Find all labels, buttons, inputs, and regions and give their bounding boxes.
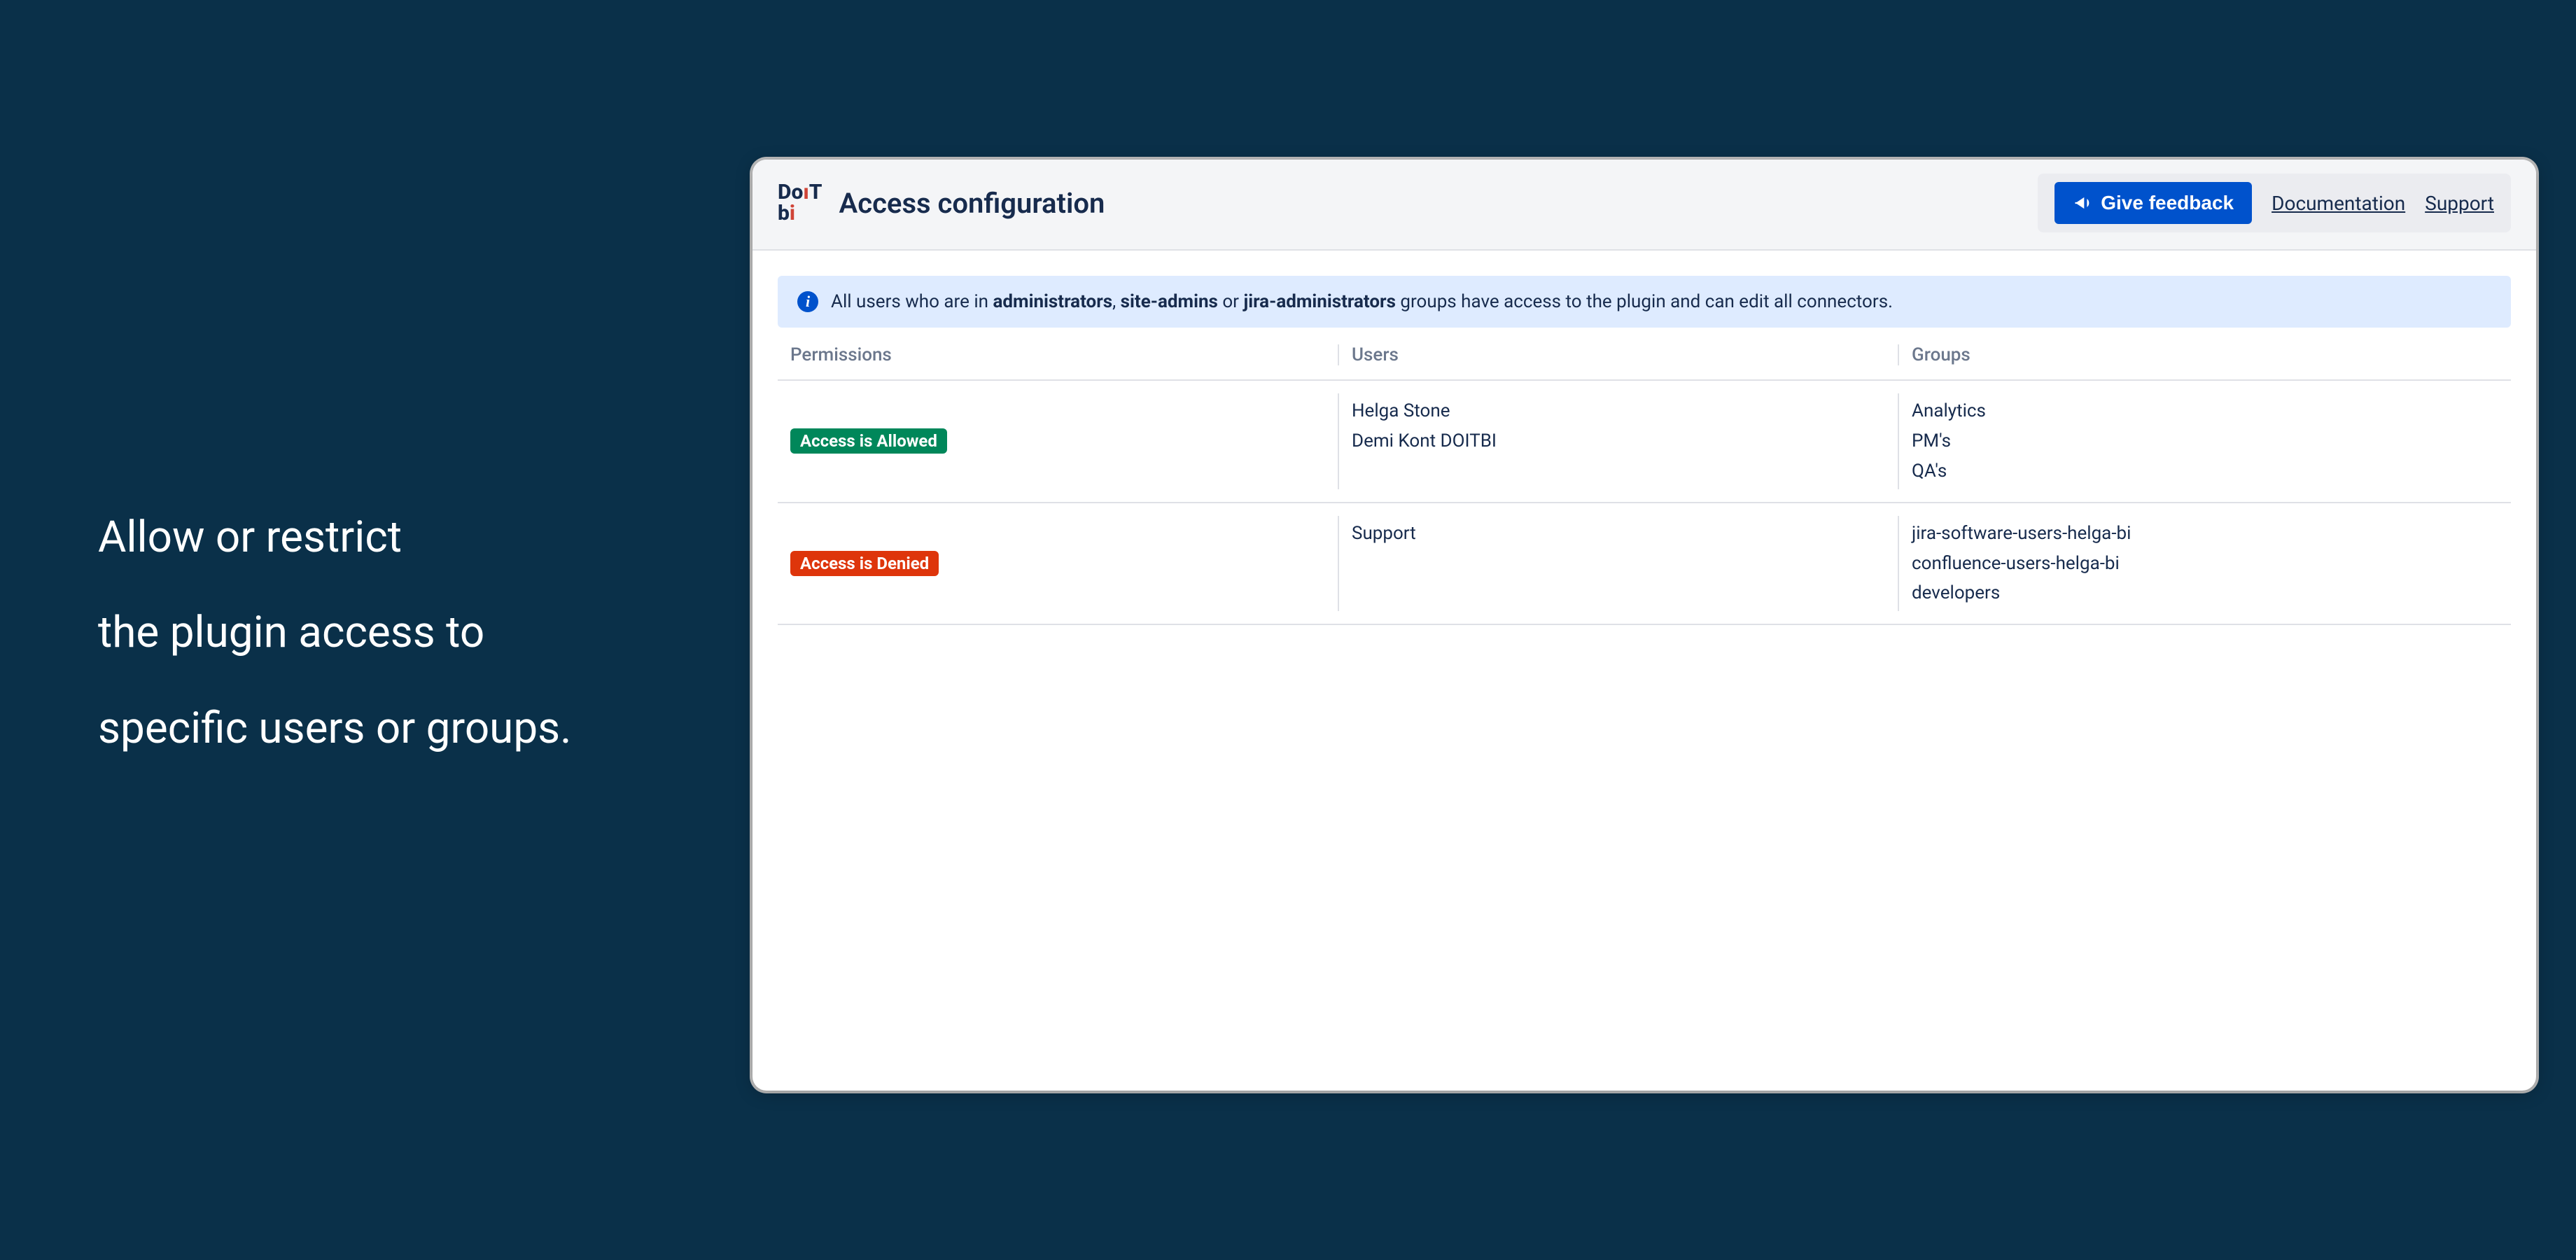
cell-permissions: Access is Allowed bbox=[778, 393, 1338, 489]
feedback-label: Give feedback bbox=[2101, 192, 2234, 214]
user-item: Demi Kont DOITBI bbox=[1352, 426, 1898, 456]
app-window: DoıTbi Access configuration Give feedbac… bbox=[752, 160, 2536, 1091]
table-row[interactable]: Access is Allowed Helga StoneDemi Kont DO… bbox=[778, 381, 2511, 503]
table-row[interactable]: Access is DeniedSupportjira-software-use… bbox=[778, 503, 2511, 626]
group-item: developers bbox=[1912, 578, 2511, 608]
cell-permissions: Access is Denied bbox=[778, 516, 1338, 612]
logo: DoıTbi bbox=[778, 182, 822, 224]
info-icon: i bbox=[797, 291, 818, 312]
table-header: Permissions Users Groups bbox=[778, 328, 2511, 381]
documentation-link[interactable]: Documentation bbox=[2272, 192, 2405, 215]
support-link[interactable]: Support bbox=[2425, 192, 2494, 215]
status-badge: Access is Allowed bbox=[790, 428, 947, 454]
col-header-groups: Groups bbox=[1898, 344, 2511, 365]
cell-groups: AnalyticsPM'sQA's bbox=[1898, 393, 2511, 489]
status-badge: Access is Denied bbox=[790, 551, 939, 576]
app-header: DoıTbi Access configuration Give feedbac… bbox=[752, 160, 2536, 251]
user-item: Helga Stone bbox=[1352, 396, 1898, 426]
give-feedback-button[interactable]: Give feedback bbox=[2054, 182, 2252, 224]
caption-line-3: specific users or groups. bbox=[98, 681, 572, 776]
group-item: PM's bbox=[1912, 426, 2511, 456]
caption-line-1: Allow or restrict bbox=[98, 490, 572, 585]
user-item: Support bbox=[1352, 519, 1898, 549]
caption-line-2: the plugin access to bbox=[98, 585, 572, 680]
group-item: QA's bbox=[1912, 456, 2511, 486]
permissions-table: Permissions Users Groups Access is Allow… bbox=[778, 328, 2511, 625]
cell-users: Support bbox=[1338, 516, 1898, 612]
info-banner: i All users who are in administrators, s… bbox=[778, 276, 2511, 328]
marketing-caption: Allow or restrict the plugin access to s… bbox=[98, 490, 572, 776]
group-item: confluence-users-helga-bi bbox=[1912, 549, 2511, 579]
info-text: All users who are in administrators, sit… bbox=[831, 291, 1893, 312]
cell-users: Helga StoneDemi Kont DOITBI bbox=[1338, 393, 1898, 489]
megaphone-icon bbox=[2073, 193, 2092, 213]
group-item: Analytics bbox=[1912, 396, 2511, 426]
page-title: Access configuration bbox=[839, 187, 1105, 220]
col-header-permissions: Permissions bbox=[778, 344, 1338, 365]
group-item: jira-software-users-helga-bi bbox=[1912, 519, 2511, 549]
col-header-users: Users bbox=[1338, 344, 1898, 365]
cell-groups: jira-software-users-helga-biconfluence-u… bbox=[1898, 516, 2511, 612]
table-body: Access is Allowed Helga StoneDemi Kont DO… bbox=[778, 381, 2511, 625]
header-left: DoıTbi Access configuration bbox=[778, 182, 1105, 224]
header-actions: Give feedback Documentation Support bbox=[2038, 174, 2511, 232]
